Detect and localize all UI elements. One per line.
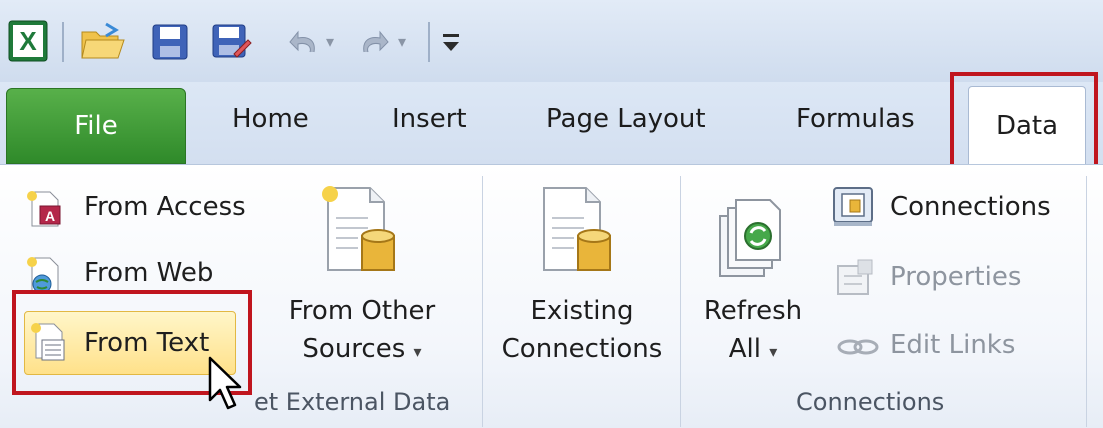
from-other-sources-label-2: Sources <box>302 334 406 364</box>
group-label-get-external-data: et External Data <box>254 388 451 416</box>
group-separator <box>1086 176 1087 427</box>
customize-qat-icon[interactable] <box>440 30 462 60</box>
redo-icon[interactable] <box>358 26 390 60</box>
group-separator <box>680 176 681 427</box>
edit-links-icon <box>836 336 880 362</box>
undo-dropdown[interactable]: ▾ <box>326 32 334 51</box>
tab-formulas[interactable]: Formulas <box>796 104 915 134</box>
connections-button[interactable]: Connections <box>890 192 1051 222</box>
from-other-sources-icon <box>318 184 400 278</box>
refresh-all-label-1[interactable]: Refresh <box>694 296 812 326</box>
existing-connections-icon <box>534 184 616 278</box>
existing-connections-label-1[interactable]: Existing <box>490 296 674 326</box>
refresh-all-icon <box>716 196 786 290</box>
quick-access-toolbar: X ▾ ▾ <box>0 0 1103 83</box>
qat-separator <box>62 22 64 62</box>
tab-insert[interactable]: Insert <box>392 104 467 134</box>
properties-button[interactable]: Properties <box>890 262 1021 292</box>
save-icon[interactable] <box>152 24 188 64</box>
tab-page-layout[interactable]: Page Layout <box>546 104 706 134</box>
group-label-connections: Connections <box>796 388 945 416</box>
refresh-all-button[interactable]: All ▾ <box>694 334 812 364</box>
connections-icon <box>832 186 874 232</box>
from-access-icon: A <box>26 190 62 232</box>
ribbon-tab-row: File Home Insert Page Layout Formulas Da… <box>0 82 1103 165</box>
from-other-sources-button[interactable]: Sources ▾ <box>278 334 446 364</box>
from-web-button[interactable]: From Web <box>84 258 213 288</box>
existing-connections-label-2[interactable]: Connections <box>490 334 674 364</box>
dropdown-caret: ▾ <box>413 342 422 361</box>
edit-links-button[interactable]: Edit Links <box>890 330 1015 360</box>
redo-dropdown[interactable]: ▾ <box>398 32 406 51</box>
excel-icon[interactable]: X <box>8 20 48 66</box>
svg-text:X: X <box>19 26 37 56</box>
from-access-button[interactable]: From Access <box>84 192 246 222</box>
dropdown-caret: ▾ <box>769 342 778 361</box>
mouse-cursor-icon <box>208 356 242 416</box>
properties-icon <box>834 258 876 302</box>
refresh-all-label-2: All <box>728 334 761 364</box>
save-as-icon[interactable] <box>212 24 252 64</box>
svg-text:A: A <box>45 208 55 224</box>
tab-home[interactable]: Home <box>232 104 309 134</box>
group-separator <box>482 176 483 427</box>
undo-icon[interactable] <box>288 26 320 60</box>
tab-file[interactable]: File <box>6 88 186 164</box>
from-other-sources-label-1[interactable]: From Other <box>278 296 446 326</box>
qat-separator <box>428 22 430 62</box>
open-folder-icon[interactable] <box>80 22 126 66</box>
